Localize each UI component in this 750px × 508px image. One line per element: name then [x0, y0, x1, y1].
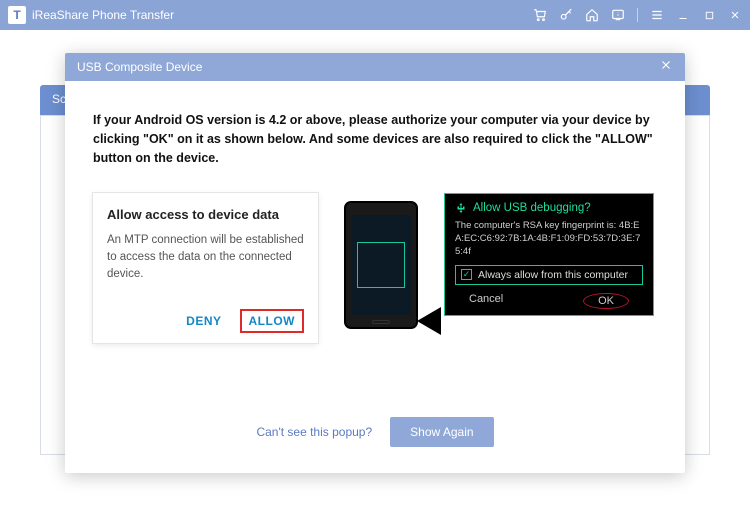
dialog-body: If your Android OS version is 4.2 or abo… [65, 81, 685, 417]
dialog-title: USB Composite Device [77, 60, 202, 74]
usb-fingerprint-label: The computer's RSA key fingerprint is: [455, 220, 616, 231]
mtp-allow-body: An MTP connection will be established to… [107, 232, 304, 309]
deny-button[interactable]: DENY [186, 314, 221, 328]
always-allow-label: Always allow from this computer [478, 269, 628, 281]
mtp-allow-heading: Allow access to device data [107, 207, 304, 222]
phone-screen [351, 215, 411, 315]
menu-icon[interactable] [650, 8, 664, 22]
usb-icon [455, 202, 467, 214]
feedback-icon[interactable] [611, 8, 625, 22]
dialog-footer: Can't see this popup? Show Again [65, 417, 685, 473]
phone-home-indicator [372, 320, 390, 324]
pointer-arrow-icon [417, 307, 441, 335]
app-titlebar: T iReaShare Phone Transfer [0, 0, 750, 30]
phone-popup-illustration [357, 242, 405, 288]
usb-cancel-button[interactable]: Cancel [469, 293, 503, 309]
usb-fingerprint: The computer's RSA key fingerprint is: 4… [455, 220, 643, 258]
show-again-button[interactable]: Show Again [390, 417, 493, 447]
dialog-instruction: If your Android OS version is 4.2 or abo… [93, 111, 657, 167]
dialog-illustration-row: Allow access to device data An MTP conne… [93, 193, 657, 343]
always-allow-checkbox[interactable]: ✓ [461, 269, 472, 280]
maximize-icon[interactable] [702, 8, 716, 22]
minimize-icon[interactable] [676, 8, 690, 22]
mtp-allow-box: Allow access to device data An MTP conne… [93, 193, 318, 343]
usb-box-title: Allow USB debugging? [473, 202, 591, 214]
usb-ok-button[interactable]: OK [583, 293, 629, 309]
titlebar-divider [637, 8, 638, 22]
always-allow-row[interactable]: ✓ Always allow from this computer [455, 265, 643, 285]
key-icon[interactable] [559, 8, 573, 22]
usb-box-title-row: Allow USB debugging? [455, 202, 643, 214]
app-logo: T [8, 6, 26, 24]
cant-see-link[interactable]: Can't see this popup? [256, 425, 372, 439]
app-title: iReaShare Phone Transfer [32, 8, 174, 22]
titlebar-icons [533, 8, 742, 22]
home-icon[interactable] [585, 8, 599, 22]
close-icon[interactable] [728, 8, 742, 22]
usb-actions: Cancel OK [455, 291, 643, 309]
dialog-close-icon[interactable] [659, 58, 673, 76]
allow-button[interactable]: ALLOW [240, 309, 305, 333]
usb-debugging-box: Allow USB debugging? The computer's RSA … [444, 193, 654, 315]
usb-dialog: USB Composite Device If your Android OS … [65, 53, 685, 473]
cart-icon[interactable] [533, 8, 547, 22]
dialog-header: USB Composite Device [65, 53, 685, 81]
phone-illustration [344, 201, 418, 329]
mtp-allow-actions: DENY ALLOW [107, 309, 304, 333]
